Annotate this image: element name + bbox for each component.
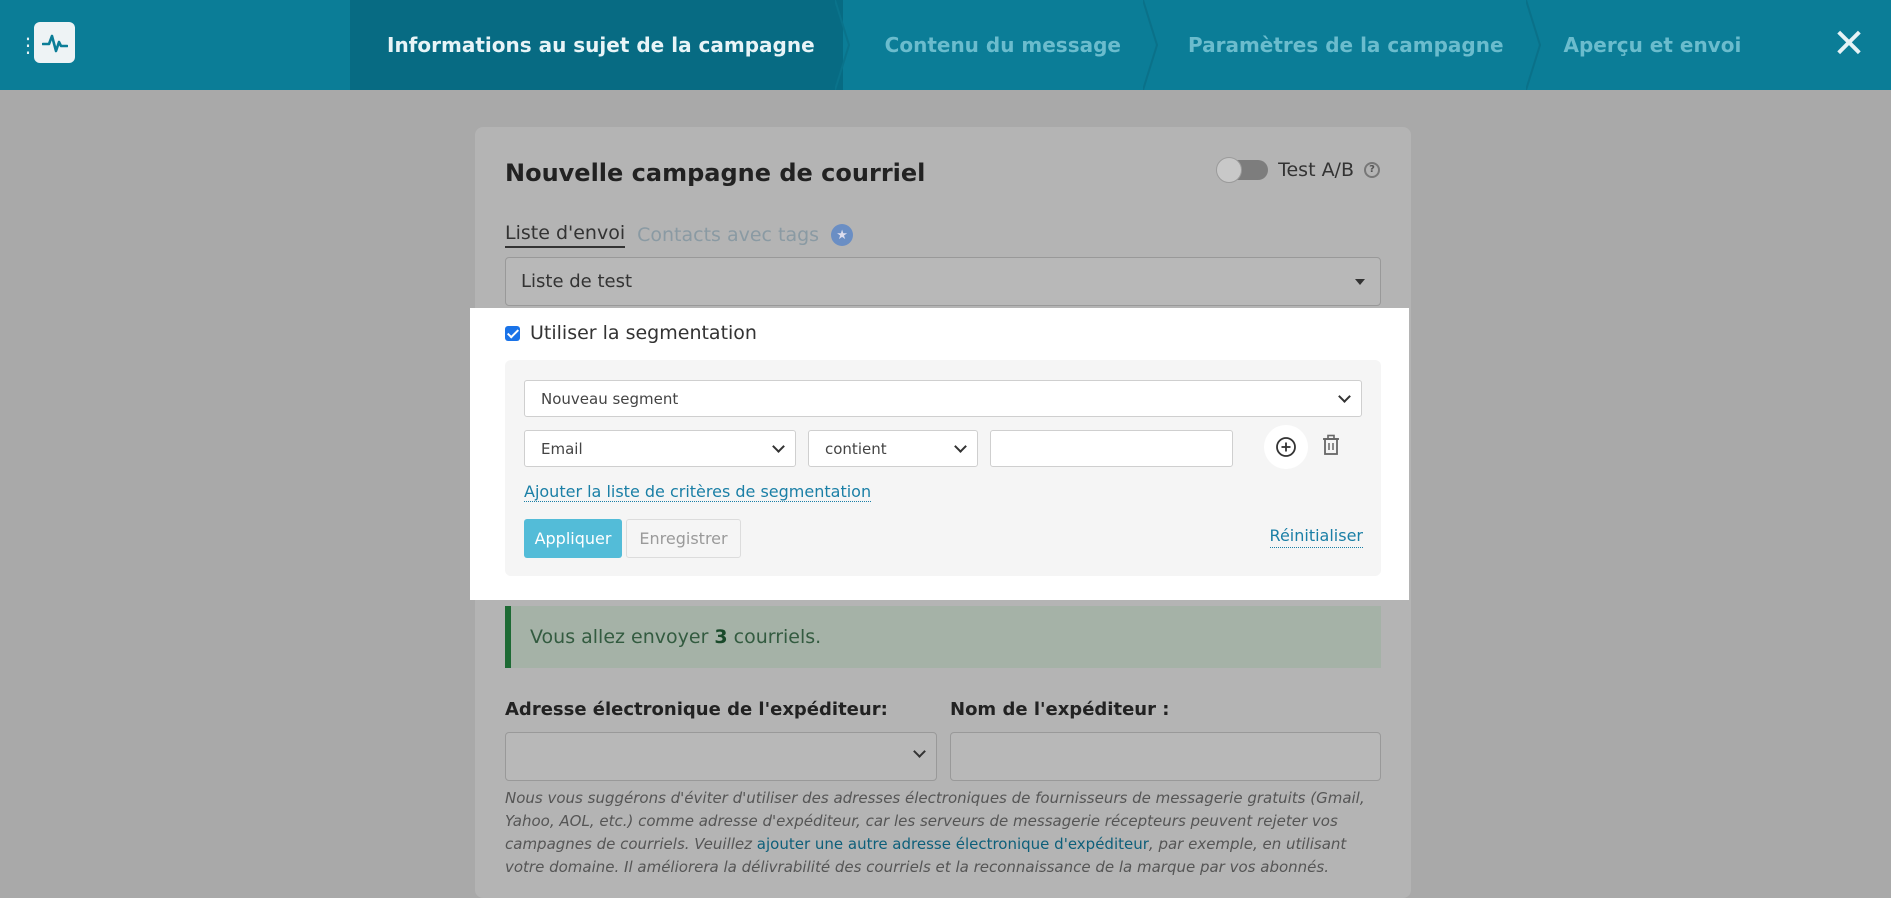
segmentation-checkbox[interactable] bbox=[505, 325, 520, 341]
toggle-knob bbox=[1216, 157, 1243, 183]
app-logo-icon[interactable] bbox=[34, 22, 75, 63]
sender-name-label: Nom de l'expéditeur : bbox=[950, 699, 1170, 720]
plus-circle-icon bbox=[1276, 437, 1296, 457]
pulse-icon bbox=[41, 34, 68, 52]
step-preview-send[interactable]: Aperçu et envoi bbox=[1534, 0, 1742, 90]
segment-editor: Nouveau segment Email contient Ajouter l… bbox=[505, 360, 1381, 576]
top-bar: ⋮ Informations au sujet de la campagne C… bbox=[0, 0, 1891, 90]
sender-name-input[interactable] bbox=[950, 732, 1381, 781]
menu-icon[interactable]: ⋮ bbox=[18, 33, 38, 57]
trash-icon[interactable] bbox=[1320, 433, 1342, 457]
add-criteria-button[interactable] bbox=[1264, 425, 1308, 469]
field-select[interactable]: Email bbox=[524, 430, 796, 467]
wizard-steps: Informations au sujet de la campagne Con… bbox=[350, 0, 1741, 90]
ab-test-label: Test A/B bbox=[1278, 159, 1354, 181]
field-select-value: Email bbox=[541, 439, 583, 458]
ab-test-toggle[interactable] bbox=[1216, 157, 1269, 183]
criteria-value-input[interactable] bbox=[990, 430, 1233, 467]
mailing-list-select[interactable]: Liste de test bbox=[505, 257, 1381, 306]
step-label: Contenu du message bbox=[884, 33, 1121, 57]
segmentation-checkbox-label[interactable]: Utiliser la segmentation bbox=[530, 322, 757, 344]
step-label: Aperçu et envoi bbox=[1563, 33, 1742, 57]
add-criteria-list-link[interactable]: Ajouter la liste de critères de segmenta… bbox=[524, 482, 872, 502]
recipient-tabs: Liste d'envoi Contacts avec tags ★ bbox=[505, 222, 854, 248]
tab-mailing-list[interactable]: Liste d'envoi bbox=[505, 222, 626, 248]
sender-email-select[interactable] bbox=[505, 732, 937, 781]
tab-tagged-contacts[interactable]: Contacts avec tags bbox=[637, 224, 819, 246]
segmentation-panel: Utiliser la segmentation Nouveau segment… bbox=[470, 308, 1409, 600]
recipient-count-banner: Vous allez envoyer 3 courriels. bbox=[505, 606, 1381, 668]
step-campaign-settings[interactable]: Paramètres de la campagne bbox=[1151, 0, 1541, 90]
segment-select-value: Nouveau segment bbox=[541, 389, 679, 408]
mailing-list-value: Liste de test bbox=[521, 271, 633, 292]
add-sender-email-link[interactable]: ajouter une autre adresse électronique d… bbox=[757, 835, 1149, 853]
banner-suffix: courriels. bbox=[733, 626, 822, 648]
step-label: Paramètres de la campagne bbox=[1187, 33, 1504, 57]
help-icon[interactable]: ? bbox=[1364, 162, 1380, 178]
chevron-down-icon bbox=[772, 439, 785, 453]
sender-email-label: Adresse électronique de l'expéditeur: bbox=[505, 699, 888, 720]
recipient-count: 3 bbox=[714, 626, 728, 648]
chevron-down-icon bbox=[913, 745, 926, 758]
operator-select[interactable]: contient bbox=[808, 430, 978, 467]
operator-select-value: contient bbox=[825, 439, 887, 458]
segmentation-checkbox-row: Utiliser la segmentation bbox=[505, 322, 757, 344]
reset-link[interactable]: Réinitialiser bbox=[1269, 526, 1363, 548]
caret-down-icon bbox=[1355, 278, 1365, 285]
sender-advice-note: Nous vous suggérons d'éviter d'utiliser … bbox=[505, 787, 1385, 879]
close-icon[interactable]: ✕ bbox=[1829, 24, 1869, 64]
ab-test-toggle-group: Test A/B ? bbox=[1216, 157, 1380, 183]
star-icon: ★ bbox=[831, 224, 854, 246]
apply-button[interactable]: Appliquer bbox=[524, 519, 622, 558]
chevron-down-icon bbox=[954, 439, 967, 453]
save-button[interactable]: Enregistrer bbox=[626, 519, 741, 558]
step-label: Informations au sujet de la campagne bbox=[387, 33, 815, 57]
banner-prefix: Vous allez envoyer bbox=[530, 626, 709, 648]
segment-select[interactable]: Nouveau segment bbox=[524, 380, 1362, 417]
chevron-down-icon bbox=[1338, 389, 1351, 403]
step-campaign-info[interactable]: Informations au sujet de la campagne bbox=[350, 0, 850, 90]
step-message-content[interactable]: Contenu du message bbox=[843, 0, 1159, 90]
page-title: Nouvelle campagne de courriel bbox=[505, 159, 926, 187]
